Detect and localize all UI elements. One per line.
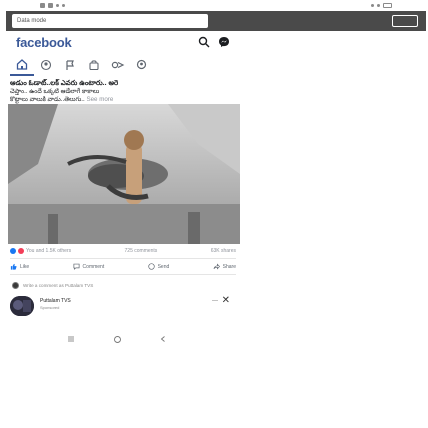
tab-bar	[6, 54, 426, 76]
settings-icon	[40, 2, 45, 8]
data-mode-toggle[interactable]	[392, 15, 418, 27]
comments-count[interactable]: 725 comments	[125, 248, 158, 254]
avatar	[12, 281, 19, 289]
data-mode-banner: Data mode	[6, 11, 426, 31]
send-button[interactable]: Send	[147, 263, 170, 270]
tab-home[interactable]	[10, 54, 34, 76]
comment-input-row[interactable]: Write a comment as Puttalam TVS	[12, 280, 234, 290]
comment-icon	[73, 263, 80, 270]
send-label: Send	[157, 263, 170, 270]
see-more-link[interactable]: See more	[86, 96, 113, 103]
search-people-icon	[136, 59, 147, 70]
facebook-header: facebook	[6, 31, 426, 53]
share-button[interactable]: Share	[213, 263, 236, 270]
phone-screen: Data mode facebook ఆడుం ఓడాట్..లక్ ఎవరు …	[2, 0, 426, 428]
tab-pages[interactable]	[58, 54, 82, 76]
comment-button[interactable]: Comment	[73, 263, 105, 270]
data-mode-label: Data mode	[12, 14, 208, 28]
thumbs-up-icon	[10, 263, 17, 270]
tab-marketplace[interactable]	[82, 54, 106, 76]
status-bar	[2, 0, 426, 10]
message-icon	[48, 2, 53, 8]
post-text-line-3: కొట్టాలు వాలుకి వాడు..తెలుగు..	[10, 96, 85, 103]
dot-icon	[62, 3, 65, 7]
post-photo[interactable]	[8, 104, 240, 244]
back-button[interactable]	[153, 331, 173, 347]
reaction-summary[interactable]: You and 1.5K others	[10, 248, 71, 254]
reactions-count: You and 1.5K others	[26, 248, 72, 254]
search-icon[interactable]	[198, 36, 210, 48]
messenger-icon[interactable]	[218, 36, 230, 48]
shares-count[interactable]: 63K shares	[211, 248, 236, 254]
pages-icon	[66, 60, 74, 70]
tab-groups[interactable]	[34, 54, 58, 76]
love-reaction-icon	[18, 248, 24, 254]
comment-label: Comment	[82, 263, 105, 270]
share-icon	[213, 263, 220, 270]
home-icon	[16, 59, 28, 70]
messenger-send-icon	[147, 263, 155, 270]
avatar-image	[10, 296, 34, 316]
dot-icon	[56, 3, 59, 7]
wifi-icon	[377, 3, 380, 7]
android-nav-bar	[2, 330, 246, 348]
close-icon[interactable]: ✕	[222, 295, 230, 306]
post-text-line-1: ఆడుం ఓడాట్..లక్ ఎవరు ఉంటారు.. అరె	[10, 80, 119, 87]
like-label: Like	[20, 263, 30, 270]
post-actions: Like Comment Send Share	[10, 258, 236, 272]
tab-search-people[interactable]	[130, 54, 154, 76]
minimize-icon[interactable]: —	[212, 298, 218, 304]
avatar	[10, 296, 34, 316]
back-icon	[160, 336, 165, 342]
post-text-line-2: చెప్తాం.. ఉందే ఒక్కటి ఆడేలాగే కాకాలు	[10, 88, 100, 95]
chat-head-notification[interactable]: Puttalam TVS Sponsored — ✕	[8, 292, 236, 322]
post-text: ఆడుం ఓడాట్..లక్ ఎవరు ఉంటారు.. అరె చెప్తా…	[10, 80, 230, 104]
comment-input-placeholder: Write a comment as Puttalam TVS	[23, 282, 94, 288]
tab-watch[interactable]	[106, 54, 130, 76]
divider	[10, 274, 236, 275]
post-counts: You and 1.5K others 725 comments 63K sha…	[10, 246, 236, 256]
notification-sub: Sponsored	[40, 305, 60, 310]
marketplace-icon	[89, 60, 99, 71]
status-right	[371, 2, 392, 8]
home-circle-icon	[113, 335, 121, 343]
like-reaction-icon	[10, 248, 16, 254]
watch-icon	[111, 61, 125, 69]
home-button[interactable]	[107, 331, 127, 347]
like-button[interactable]: Like	[10, 263, 29, 270]
groups-icon	[40, 59, 52, 71]
notification-name: Puttalam TVS	[40, 298, 71, 304]
battery-icon	[383, 2, 392, 8]
facebook-logo: facebook	[16, 34, 72, 50]
recent-apps-button[interactable]	[61, 331, 81, 347]
share-label: Share	[222, 263, 236, 270]
signal-icon	[371, 3, 374, 7]
header-actions	[198, 36, 420, 48]
post-photo-image	[8, 104, 240, 244]
recent-apps-icon	[68, 336, 74, 342]
status-left	[40, 2, 65, 8]
